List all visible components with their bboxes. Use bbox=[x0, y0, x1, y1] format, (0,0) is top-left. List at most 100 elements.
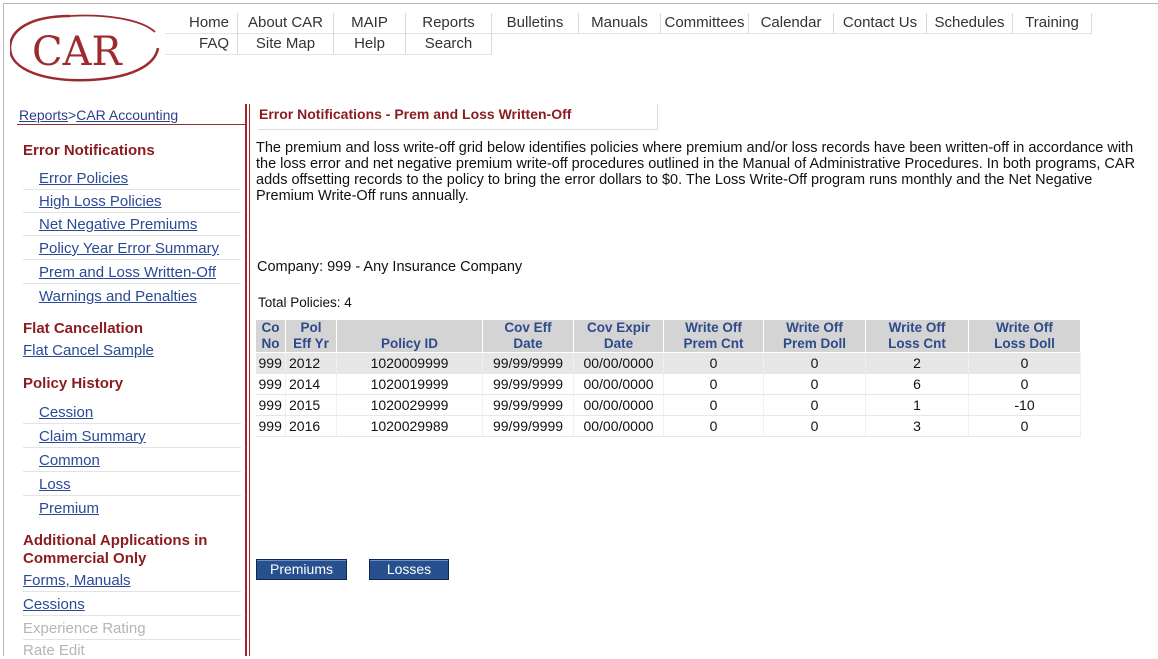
col-header-cov-eff-date[interactable]: Cov Eff Date bbox=[482, 319, 574, 353]
breadcrumb-separator: > bbox=[68, 107, 77, 123]
cell-loss-doll: 0 bbox=[968, 415, 1081, 437]
sidebar-row-divider bbox=[23, 591, 241, 592]
col-header-write-off-loss-doll[interactable]: Write Off Loss Doll bbox=[968, 319, 1081, 353]
nav-manuals[interactable]: Manuals bbox=[579, 13, 661, 34]
sidebar-item-rate-edit: Rate Edit bbox=[23, 642, 85, 659]
cell-loss-doll: 0 bbox=[968, 373, 1081, 395]
cell-prem-doll: 0 bbox=[763, 373, 866, 395]
nav-site-map[interactable]: Site Map bbox=[238, 34, 334, 55]
nav-faq[interactable]: FAQ bbox=[165, 34, 238, 55]
sidebar-row-divider bbox=[23, 423, 241, 424]
cell-pol-eff-yr: 2012 bbox=[285, 352, 337, 374]
cell-cov-eff-date: 99/99/9999 bbox=[482, 415, 574, 437]
sidebar-item-flat-cancel-sample[interactable]: Flat Cancel Sample bbox=[23, 342, 154, 359]
cell-loss-cnt: 6 bbox=[865, 373, 969, 395]
page-title: Error Notifications - Prem and Loss Writ… bbox=[258, 104, 658, 130]
logo-text: CAR bbox=[32, 29, 123, 75]
breadcrumb-reports[interactable]: Reports bbox=[19, 107, 68, 123]
table-row[interactable]: 999 2012 1020009999 99/99/9999 00/00/000… bbox=[255, 352, 1081, 374]
sidebar-divider-inner bbox=[249, 104, 250, 656]
cell-prem-cnt: 0 bbox=[663, 415, 764, 437]
cell-pol-eff-yr: 2015 bbox=[285, 394, 337, 416]
cell-loss-cnt: 3 bbox=[865, 415, 969, 437]
sidebar-item-error-policies[interactable]: Error Policies bbox=[39, 170, 128, 187]
sidebar-item-cessions[interactable]: Cessions bbox=[23, 596, 85, 613]
company-label: Company bbox=[257, 259, 320, 275]
top-nav-row-2: FAQ Site Map Help Search bbox=[165, 34, 1092, 55]
nav-training[interactable]: Training bbox=[1013, 13, 1092, 34]
car-logo[interactable]: CAR bbox=[10, 8, 160, 88]
sidebar-item-claim-summary[interactable]: Claim Summary bbox=[39, 428, 146, 445]
cell-co-no: 999 bbox=[255, 352, 286, 374]
sidebar-item-common[interactable]: Common bbox=[39, 452, 100, 469]
sidebar-heading-error-notifications: Error Notifications bbox=[23, 142, 155, 159]
cell-cov-eff-date: 99/99/9999 bbox=[482, 373, 574, 395]
sidebar-item-prem-and-loss-written-off[interactable]: Prem and Loss Written-Off bbox=[39, 264, 216, 281]
cell-loss-doll: 0 bbox=[968, 352, 1081, 374]
cell-cov-expir-date: 00/00/0000 bbox=[573, 394, 664, 416]
breadcrumb-divider bbox=[17, 124, 245, 125]
col-header-write-off-prem-doll[interactable]: Write Off Prem Doll bbox=[763, 319, 866, 353]
sidebar-item-net-negative-premiums[interactable]: Net Negative Premiums bbox=[39, 216, 197, 233]
cell-policy-id: 1020029989 bbox=[336, 415, 483, 437]
sidebar-item-policy-year-error-summary[interactable]: Policy Year Error Summary bbox=[39, 240, 219, 257]
sidebar-heading-flat-cancellation: Flat Cancellation bbox=[23, 320, 144, 337]
cell-policy-id: 1020019999 bbox=[336, 373, 483, 395]
total-policies: Total Policies: 4 bbox=[258, 295, 352, 310]
nav-calendar[interactable]: Calendar bbox=[749, 13, 834, 34]
cell-prem-doll: 0 bbox=[763, 352, 866, 374]
cell-pol-eff-yr: 2016 bbox=[285, 415, 337, 437]
nav-search[interactable]: Search bbox=[406, 34, 492, 55]
cell-cov-expir-date: 00/00/0000 bbox=[573, 415, 664, 437]
company-line: Company: 999 - Any Insurance Company bbox=[257, 259, 522, 275]
nav-schedules[interactable]: Schedules bbox=[927, 13, 1013, 34]
nav-help[interactable]: Help bbox=[334, 34, 406, 55]
table-row[interactable]: 999 2014 1020019999 99/99/9999 00/00/000… bbox=[255, 373, 1081, 395]
col-header-cov-expir-date[interactable]: Cov Expir Date bbox=[573, 319, 664, 353]
cell-loss-cnt: 1 bbox=[865, 394, 969, 416]
sidebar-item-forms-manuals[interactable]: Forms, Manuals bbox=[23, 572, 131, 589]
cell-loss-cnt: 2 bbox=[865, 352, 969, 374]
cell-prem-doll: 0 bbox=[763, 415, 866, 437]
col-header-write-off-prem-cnt[interactable]: Write Off Prem Cnt bbox=[663, 319, 764, 353]
sidebar-item-warnings-and-penalties[interactable]: Warnings and Penalties bbox=[39, 288, 197, 305]
sidebar-item-cession[interactable]: Cession bbox=[39, 404, 93, 421]
cell-cov-expir-date: 00/00/0000 bbox=[573, 352, 664, 374]
sidebar-heading-additional-line-2: Commercial Only bbox=[23, 550, 147, 567]
sidebar-row-divider bbox=[23, 212, 241, 213]
col-header-policy-id[interactable]: Policy ID bbox=[336, 319, 483, 353]
intro-paragraph: The premium and loss write-off grid belo… bbox=[256, 140, 1136, 204]
sidebar-divider bbox=[245, 104, 247, 656]
cell-prem-cnt: 0 bbox=[663, 352, 764, 374]
nav-bulletins[interactable]: Bulletins bbox=[492, 13, 579, 34]
premiums-button[interactable]: Premiums bbox=[256, 559, 347, 580]
nav-maip[interactable]: MAIP bbox=[334, 13, 406, 34]
company-value: : 999 - Any Insurance Company bbox=[319, 259, 523, 275]
nav-contact-us[interactable]: Contact Us bbox=[834, 13, 927, 34]
sidebar-item-high-loss-policies[interactable]: High Loss Policies bbox=[39, 193, 162, 210]
sidebar-row-divider bbox=[23, 447, 241, 448]
col-header-pol-eff-yr[interactable]: Pol Eff Yr bbox=[285, 319, 337, 353]
cell-co-no: 999 bbox=[255, 415, 286, 437]
nav-home[interactable]: Home bbox=[165, 13, 238, 34]
breadcrumb: Reports > CAR Accounting bbox=[19, 107, 178, 123]
cell-co-no: 999 bbox=[255, 373, 286, 395]
sidebar-item-loss[interactable]: Loss bbox=[39, 476, 71, 493]
nav-reports[interactable]: Reports bbox=[406, 13, 492, 34]
col-header-co-no[interactable]: Co No bbox=[255, 319, 286, 353]
losses-button[interactable]: Losses bbox=[369, 559, 449, 580]
table-row[interactable]: 999 2016 1020029989 99/99/9999 00/00/000… bbox=[255, 415, 1081, 437]
nav-about-car[interactable]: About CAR bbox=[238, 13, 334, 34]
sidebar-row-divider bbox=[23, 639, 241, 640]
col-header-write-off-loss-cnt[interactable]: Write Off Loss Cnt bbox=[865, 319, 969, 353]
sidebar-item-premium[interactable]: Premium bbox=[39, 500, 99, 517]
sidebar-row-divider bbox=[23, 615, 241, 616]
sidebar-row-divider bbox=[23, 283, 241, 284]
sidebar-row-divider bbox=[23, 471, 241, 472]
sidebar-heading-policy-history: Policy History bbox=[23, 375, 124, 392]
table-row[interactable]: 999 2015 1020029999 99/99/9999 00/00/000… bbox=[255, 394, 1081, 416]
sidebar-row-divider bbox=[23, 189, 241, 190]
sidebar-row-divider bbox=[23, 259, 241, 260]
nav-committees[interactable]: Committees bbox=[661, 13, 749, 34]
breadcrumb-car-accounting[interactable]: CAR Accounting bbox=[76, 107, 178, 123]
